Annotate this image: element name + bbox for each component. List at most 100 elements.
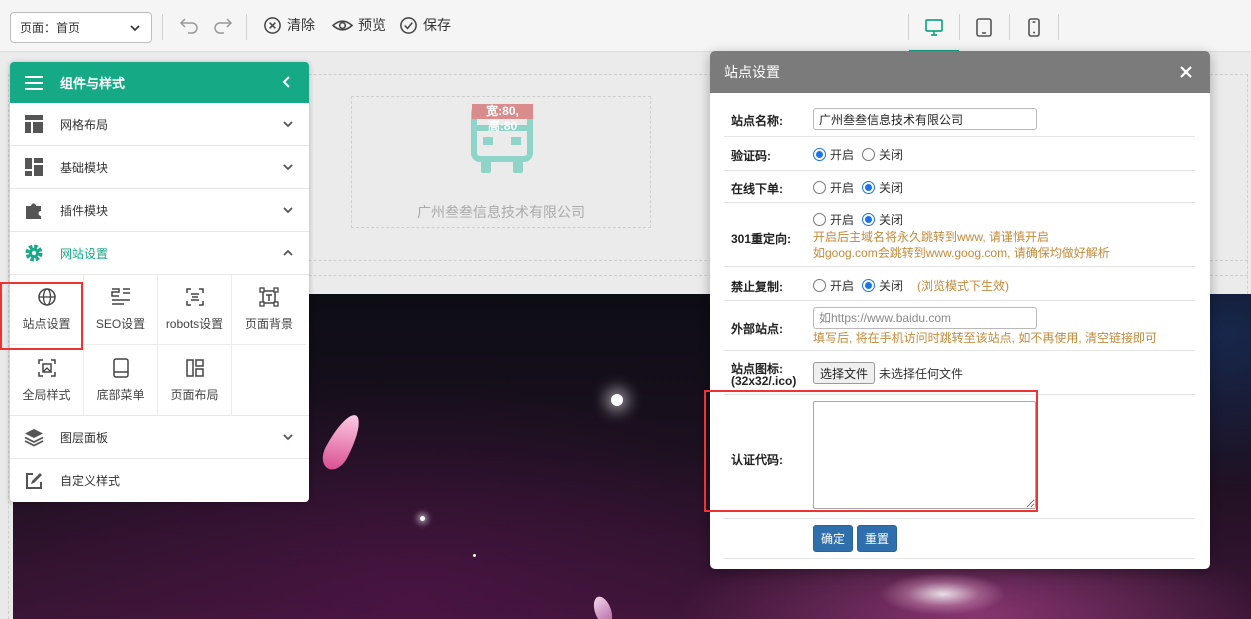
page-select[interactable]: 页面：首页 bbox=[10, 12, 152, 43]
captcha-label: 验证码: bbox=[731, 149, 771, 163]
disable-copy-off-radio[interactable] bbox=[862, 279, 876, 292]
tablet-view-button[interactable] bbox=[959, 14, 1009, 52]
online-order-radio-group: 开启 关闭 bbox=[813, 179, 909, 196]
page-select-value: 页面：首页 bbox=[20, 21, 81, 35]
auth-code-textarea[interactable] bbox=[813, 401, 1036, 509]
chevron-down-icon bbox=[283, 121, 293, 128]
company-name-text: 广州叁叁信息技术有限公司 bbox=[417, 204, 585, 220]
external-site-input[interactable] bbox=[813, 307, 1037, 329]
chevron-down-icon bbox=[283, 207, 293, 214]
bottom-menu-icon bbox=[112, 357, 129, 378]
disable-copy-radio-group: 开启 关闭 (浏览模式下生效) bbox=[813, 277, 1009, 294]
site-item-label: SEO设置 bbox=[95, 317, 146, 331]
site-item-label: 底部菜单 bbox=[96, 387, 145, 402]
redirect-hint-2: 如goog.com会跳转到www.goog.com, 请确保均做好解析 bbox=[813, 246, 1110, 260]
row-site-icon: 站点图标: (32x32/.ico) 选择文件 未选择任何文件 bbox=[724, 351, 1195, 395]
menu-site-settings[interactable]: 网站设置 bbox=[10, 232, 309, 275]
captcha-on-radio[interactable] bbox=[813, 148, 826, 161]
file-status-text: 未选择任何文件 bbox=[879, 366, 964, 381]
site-item-global-style[interactable]: 全局样式 bbox=[10, 345, 84, 415]
page-layout-icon bbox=[185, 358, 204, 377]
site-item-label: 全局样式 bbox=[22, 387, 71, 402]
site-item-page-background[interactable]: 页面背景 bbox=[232, 275, 306, 345]
components-panel: 组件与样式 网格布局 基础模块 插件模块 网站设置 站点设置 SEO设置 rob… bbox=[10, 62, 309, 502]
preview-button[interactable]: 预览 bbox=[332, 15, 386, 35]
site-name-label: 站点名称: bbox=[731, 114, 783, 128]
row-auth-code: 认证代码: bbox=[724, 395, 1195, 519]
site-icon-size-label: (32x32/.ico) bbox=[731, 374, 797, 388]
disable-copy-on-radio[interactable] bbox=[813, 279, 826, 292]
gear-icon bbox=[25, 244, 43, 262]
row-actions: 确定 重置 bbox=[724, 519, 1195, 559]
mobile-icon bbox=[1028, 18, 1040, 37]
radio-label: 关闭 bbox=[879, 213, 904, 227]
site-settings-grid: 站点设置 SEO设置 robots设置 页面背景 全局样式 底部菜单 页面布局 bbox=[10, 275, 309, 416]
empty-cell bbox=[232, 345, 306, 415]
close-icon[interactable] bbox=[1179, 65, 1193, 79]
save-button[interactable]: 保存 bbox=[399, 15, 451, 35]
grid-layout-icon bbox=[25, 115, 43, 133]
redirect-on-radio[interactable] bbox=[813, 213, 826, 226]
menu-custom-style[interactable]: 自定义样式 bbox=[10, 459, 309, 502]
menu-label: 基础模块 bbox=[60, 160, 109, 175]
radio-label: 开启 bbox=[830, 213, 855, 227]
external-site-label: 外部站点: bbox=[731, 322, 783, 336]
puzzle-icon bbox=[26, 203, 41, 219]
row-online-order: 在线下单: 开启 关闭 bbox=[724, 171, 1195, 203]
undo-icon[interactable] bbox=[178, 16, 200, 36]
menu-basic-modules[interactable]: 基础模块 bbox=[10, 146, 309, 189]
canvas-guide bbox=[8, 74, 9, 619]
menu-grid-layout[interactable]: 网格布局 bbox=[10, 103, 309, 146]
robots-icon bbox=[185, 288, 204, 306]
check-circle-icon bbox=[400, 16, 417, 34]
preview-label: 预览 bbox=[358, 17, 386, 33]
menu-label: 自定义样式 bbox=[60, 474, 121, 488]
menu-plugin-modules[interactable]: 插件模块 bbox=[10, 189, 309, 232]
choose-file-button[interactable]: 选择文件 bbox=[813, 362, 876, 384]
dialog-header: 站点设置 bbox=[710, 51, 1210, 93]
site-item-seo[interactable]: SEO设置 bbox=[84, 275, 158, 345]
toolbar-divider bbox=[1058, 14, 1059, 40]
layers-icon bbox=[24, 429, 44, 447]
panel-title: 组件与样式 bbox=[60, 76, 126, 91]
redirect-off-radio[interactable] bbox=[862, 213, 876, 226]
chevron-down-icon bbox=[130, 25, 140, 32]
modules-icon bbox=[25, 158, 43, 176]
online-order-off-radio[interactable] bbox=[862, 181, 876, 194]
row-captcha: 验证码: 开启 关闭 bbox=[724, 137, 1195, 171]
menu-label: 网站设置 bbox=[60, 246, 109, 261]
menu-label: 网格布局 bbox=[60, 117, 109, 132]
collapse-panel-icon[interactable] bbox=[281, 75, 293, 89]
edit-icon bbox=[26, 472, 42, 489]
external-site-hint: 填写后, 将在手机访问时跳转至该站点, 如不再使用, 清空链接即可 bbox=[813, 331, 1158, 345]
site-item-bottom-menu[interactable]: 底部菜单 bbox=[84, 345, 158, 415]
chevron-up-icon bbox=[283, 249, 293, 256]
mobile-view-button[interactable] bbox=[1009, 14, 1059, 52]
site-item-page-layout[interactable]: 页面布局 bbox=[158, 345, 232, 415]
desktop-view-button[interactable] bbox=[909, 14, 959, 52]
redo-icon[interactable] bbox=[212, 16, 234, 36]
reset-button[interactable]: 重置 bbox=[857, 525, 898, 552]
clear-button[interactable]: 清除 bbox=[263, 15, 315, 35]
top-toolbar: 页面：首页 清除 预览 保存 bbox=[0, 0, 1251, 52]
toolbar-divider bbox=[246, 14, 247, 40]
hamburger-menu-icon[interactable] bbox=[24, 75, 44, 91]
online-order-on-radio[interactable] bbox=[813, 181, 826, 194]
site-item-label: 页面布局 bbox=[170, 387, 219, 402]
redirect-label: 301重定向: bbox=[731, 232, 792, 246]
confirm-button[interactable]: 确定 bbox=[813, 525, 854, 552]
menu-layer-panel[interactable]: 图层面板 bbox=[10, 416, 309, 459]
radio-label: 关闭 bbox=[879, 148, 904, 162]
disable-copy-label: 禁止复制: bbox=[731, 280, 783, 294]
site-item-site-settings[interactable]: 站点设置 bbox=[10, 275, 84, 345]
radio-label: 开启 bbox=[830, 148, 855, 162]
online-order-label: 在线下单: bbox=[731, 182, 783, 196]
toolbar-divider bbox=[162, 14, 163, 40]
radio-label: 开启 bbox=[830, 279, 855, 293]
star bbox=[420, 516, 425, 521]
redirect-hint-1: 开启后主域名将永久跳转到www, 请谨慎开启 bbox=[813, 230, 1050, 244]
seo-icon bbox=[110, 288, 130, 305]
captcha-off-radio[interactable] bbox=[862, 148, 876, 161]
site-item-robots[interactable]: robots设置 bbox=[158, 275, 232, 345]
site-name-input[interactable] bbox=[813, 108, 1037, 130]
